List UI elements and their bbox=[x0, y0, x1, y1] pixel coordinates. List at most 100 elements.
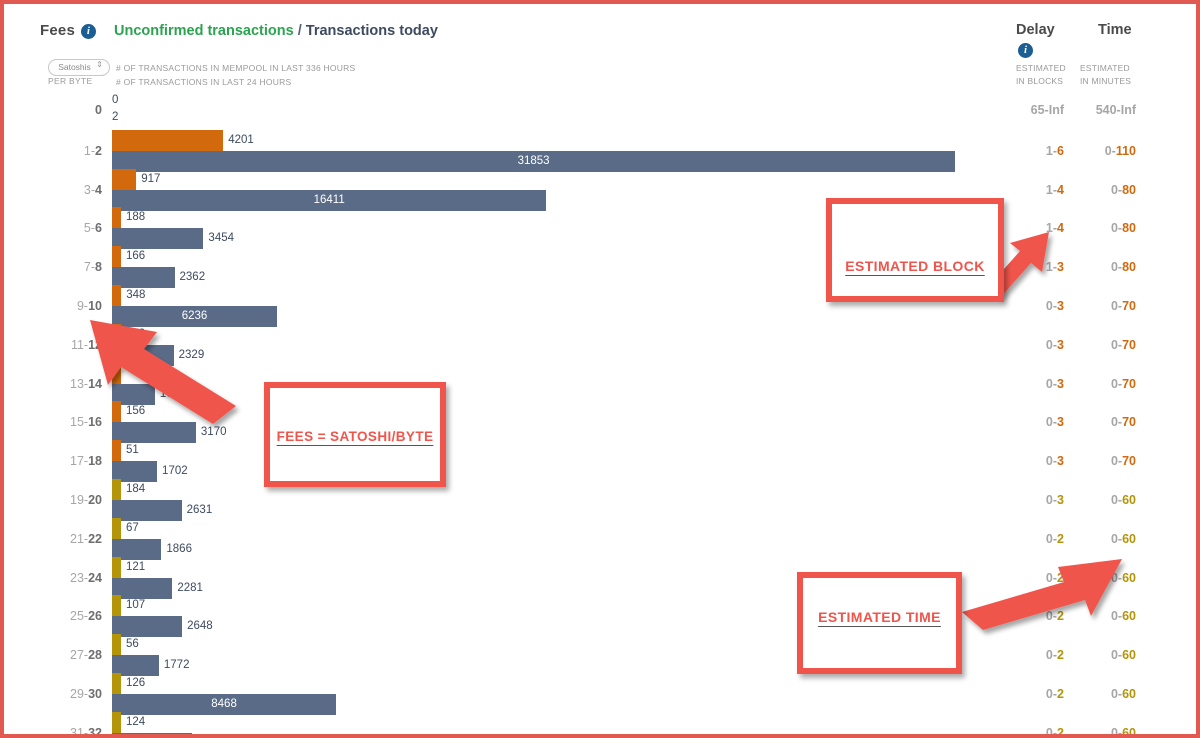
annotation-estimated-block-text: ESTIMATED BLOCK bbox=[845, 258, 985, 274]
bar-value-today-31-32: 3020 bbox=[197, 733, 223, 734]
bar-value-mempool-31-32: 124 bbox=[126, 715, 146, 728]
bar-mempool-21-22[interactable] bbox=[112, 517, 121, 539]
delay-cell-27-28: 0-2 bbox=[1045, 648, 1064, 663]
bar-value-mempool-0: 0 bbox=[112, 94, 119, 106]
bar-value-mempool-17-18: 51 bbox=[126, 444, 139, 457]
bar-value-mempool-3-4: 917 bbox=[141, 172, 161, 185]
delay-cell-15-16: 0-3 bbox=[1045, 415, 1064, 430]
y-axis-label-13-14: 13-14 bbox=[70, 376, 102, 391]
time-cell-21-22: 0-60 bbox=[1110, 531, 1136, 546]
annotation-estimated-time: ESTIMATED TIME bbox=[797, 572, 962, 674]
bar-value-mempool-23-24: 121 bbox=[126, 560, 146, 573]
time-cell-23-24: 0-60 bbox=[1110, 570, 1136, 585]
bar-value-today-19-20: 2631 bbox=[186, 504, 213, 516]
delay-subtitle-line1: ESTIMATED bbox=[1016, 63, 1066, 73]
bar-value-today-0: 2 bbox=[112, 111, 119, 123]
bar-value-today-27-28: 1772 bbox=[163, 659, 190, 672]
time-cell-1-2: 0-110 bbox=[1104, 143, 1136, 158]
y-axis-label-17-18: 17-18 bbox=[70, 454, 102, 469]
delay-cell-29-30: 0-2 bbox=[1045, 687, 1064, 701]
bar-today-19-20[interactable] bbox=[112, 500, 182, 521]
time-subtitle: ESTIMATED IN MINUTES bbox=[1080, 62, 1131, 88]
time-cell-3-4: 0-80 bbox=[1110, 182, 1136, 197]
time-cell-31-32: 0-60 bbox=[1110, 725, 1136, 738]
bar-value-today-5-6: 3454 bbox=[208, 232, 235, 245]
info-icon[interactable]: i bbox=[1018, 43, 1033, 59]
bar-mempool-23-24[interactable] bbox=[112, 556, 121, 578]
bar-value-today-29-30: 8468 bbox=[211, 698, 237, 710]
bar-value-today-3-4: 16411 bbox=[313, 193, 345, 206]
bar-mempool-15-16[interactable] bbox=[112, 401, 121, 423]
bar-value-mempool-19-20: 184 bbox=[126, 483, 146, 495]
y-axis-label-3-4: 3-4 bbox=[83, 182, 102, 197]
time-subtitle-line1: ESTIMATED bbox=[1080, 63, 1130, 73]
bar-today-11-12[interactable] bbox=[112, 344, 174, 366]
bar-value-today-13-14: 1620 bbox=[159, 387, 186, 400]
bar-mempool-5-6[interactable] bbox=[112, 207, 121, 229]
delay-cell-3-4: 1-4 bbox=[1045, 182, 1064, 197]
bar-value-today-21-22: 1866 bbox=[166, 542, 192, 555]
y-axis-label-19-20: 19-20 bbox=[70, 493, 102, 507]
annotation-estimated-block: ESTIMATED BLOCK bbox=[826, 198, 1004, 302]
bar-mempool-9-10[interactable] bbox=[112, 285, 122, 306]
bar-today-25-26[interactable] bbox=[112, 616, 183, 638]
bar-mempool-17-18[interactable] bbox=[112, 440, 121, 462]
y-axis-label-11-12: 11-12 bbox=[70, 337, 102, 352]
bar-value-today-11-12: 2329 bbox=[178, 348, 205, 361]
time-cell-5-6: 0-80 bbox=[1110, 221, 1136, 236]
bar-mempool-29-30[interactable] bbox=[112, 673, 121, 694]
time-cell-27-28: 0-60 bbox=[1110, 648, 1136, 663]
time-header-label: Time bbox=[1098, 22, 1132, 38]
time-cell-13-14: 0-70 bbox=[1110, 376, 1136, 391]
time-cell-9-10: 0-70 bbox=[1110, 299, 1136, 313]
bar-value-mempool-11-12: 203 bbox=[126, 327, 146, 340]
time-cell-11-12: 0-70 bbox=[1110, 337, 1136, 352]
bar-value-mempool-27-28: 56 bbox=[126, 638, 139, 651]
y-axis-label-29-30: 29-30 bbox=[70, 687, 102, 701]
y-axis-label-9-10: 9-10 bbox=[76, 299, 102, 313]
delay-cell-11-12: 0-3 bbox=[1045, 337, 1064, 352]
chart-canvas: Fees i Unconfirmed transactions / Transac… bbox=[4, 4, 1196, 734]
y-axis-label-5-6: 5-6 bbox=[83, 221, 102, 236]
delay-subtitle-line2: IN BLOCKS bbox=[1016, 76, 1064, 86]
time-cell-17-18: 0-70 bbox=[1110, 454, 1136, 469]
annotation-estimated-time-text: ESTIMATED TIME bbox=[818, 609, 941, 625]
bar-value-today-17-18: 1702 bbox=[162, 465, 188, 478]
bar-mempool-7-8[interactable] bbox=[112, 246, 121, 268]
bar-value-mempool-1-2: 4201 bbox=[228, 133, 254, 146]
delay-cell-19-20: 0-3 bbox=[1045, 493, 1064, 507]
delay-cell-0: 65-Inf bbox=[1030, 103, 1064, 117]
y-axis-label-25-26: 25-26 bbox=[70, 609, 102, 624]
bar-mempool-25-26[interactable] bbox=[112, 595, 121, 617]
bar-mempool-31-32[interactable] bbox=[112, 711, 121, 733]
time-cell-7-8: 0-80 bbox=[1110, 260, 1136, 275]
bar-value-mempool-7-8: 166 bbox=[126, 250, 146, 263]
delay-cell-7-8: 1-3 bbox=[1045, 260, 1064, 275]
bar-mempool-19-20[interactable] bbox=[112, 479, 121, 500]
bar-mempool-1-2[interactable] bbox=[112, 129, 224, 151]
time-cell-19-20: 0-60 bbox=[1110, 493, 1136, 507]
delay-cell-25-26: 0-2 bbox=[1045, 609, 1064, 624]
bar-value-today-1-2: 31853 bbox=[517, 154, 550, 167]
bar-mempool-3-4[interactable] bbox=[112, 168, 137, 190]
delay-cell-1-2: 1-6 bbox=[1045, 143, 1064, 158]
bar-value-today-25-26: 2648 bbox=[187, 620, 213, 633]
delay-cell-5-6: 1-4 bbox=[1045, 221, 1064, 236]
bar-mempool-27-28[interactable] bbox=[112, 634, 121, 656]
annotation-fees-satoshi-byte: FEES = SATOSHI/BYTE bbox=[264, 382, 446, 487]
y-axis-labels: 0 1-2 3-4 5-6 7-8 9-10 11-12 13-14 15-16 17-18 19-… bbox=[4, 4, 102, 734]
time-cell-25-26: 0-60 bbox=[1110, 609, 1136, 624]
bar-mempool-13-14[interactable] bbox=[112, 362, 121, 384]
y-axis-label-23-24: 23-24 bbox=[70, 570, 102, 585]
y-axis-label-27-28: 27-28 bbox=[70, 648, 102, 663]
bar-value-mempool-29-30: 126 bbox=[126, 677, 146, 689]
bar-value-mempool-5-6: 188 bbox=[126, 211, 146, 224]
bar-today-15-16[interactable] bbox=[112, 422, 196, 444]
bar-mempool-11-12[interactable] bbox=[112, 323, 121, 345]
y-axis-label-21-22: 21-22 bbox=[70, 531, 102, 546]
delay-info-wrap: i bbox=[1018, 42, 1033, 60]
y-axis-label-7-8: 7-8 bbox=[83, 260, 102, 275]
delay-cell-17-18: 0-3 bbox=[1045, 454, 1064, 469]
delay-cell-23-24: 0-2 bbox=[1045, 570, 1064, 585]
bar-today-31-32[interactable] bbox=[112, 732, 192, 734]
